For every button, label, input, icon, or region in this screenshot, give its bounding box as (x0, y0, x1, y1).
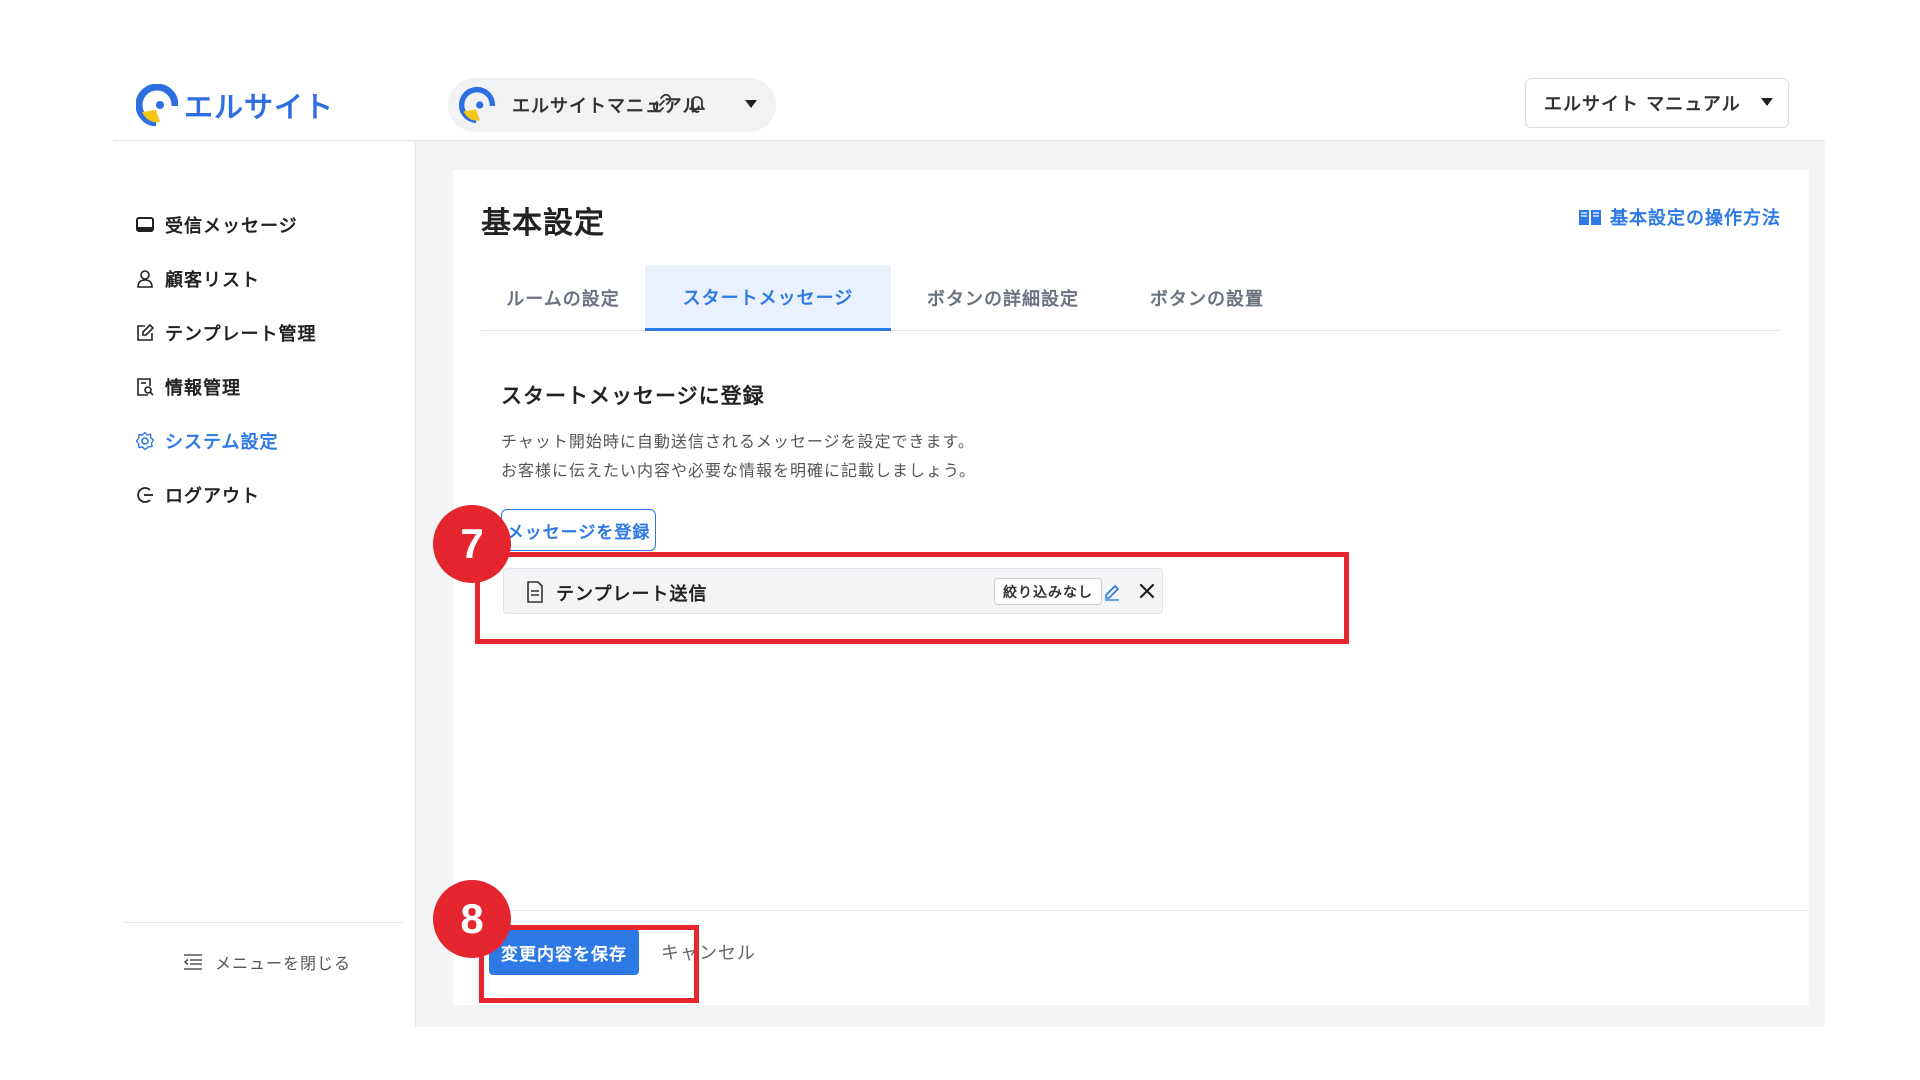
highlight-box-message-item (475, 552, 1349, 644)
tab-label: スタートメッセージ (682, 287, 854, 309)
logout-icon (137, 487, 153, 503)
tab-label: ルームの設定 (506, 289, 620, 310)
top-header: エルサイト エルサイトマニュアル エルサイト マニュアル (113, 72, 1825, 141)
inbox-icon (136, 217, 154, 232)
close-menu-button[interactable]: メニューを閉じる (183, 950, 351, 974)
user-icon (137, 270, 153, 288)
sidebar-item-label: 受信メッセージ (165, 216, 298, 237)
gear-icon (135, 431, 155, 451)
tab-button-placement[interactable]: ボタンの設置 (1115, 265, 1299, 331)
sidebar-item-info-management[interactable]: 情報管理 (135, 372, 241, 402)
document-search-icon (137, 378, 154, 396)
tab-button-details[interactable]: ボタンの詳細設定 (901, 265, 1105, 331)
sidebar-item-customers[interactable]: 顧客リスト (135, 264, 260, 294)
sidebar-item-inbox[interactable]: 受信メッセージ (135, 210, 298, 240)
sidebar: 受信メッセージ 顧客リスト テンプレート管理 情報管理 システム設定 ログアウト… (113, 142, 416, 1027)
page-title: 基本設定 (481, 206, 605, 241)
sidebar-item-label: 顧客リスト (165, 270, 260, 291)
edit-icon (137, 323, 155, 341)
workspace-name: エルサイトマニュアル (512, 96, 702, 117)
tab-label: ボタンの詳細設定 (927, 289, 1079, 310)
workspace-switcher[interactable]: エルサイトマニュアル (448, 78, 776, 132)
bell-icon[interactable] (686, 92, 708, 114)
help-link-label: 基本設定の操作方法 (1610, 208, 1781, 229)
caret-down-icon (745, 100, 757, 108)
section-title: スタートメッセージに登録 (501, 384, 765, 408)
elsite-logo-icon (136, 84, 178, 126)
tab-bar: ルームの設定 スタートメッセージ ボタンの詳細設定 ボタンの設置 (481, 265, 1781, 331)
account-select[interactable]: エルサイト マニュアル (1525, 78, 1789, 128)
register-message-button[interactable]: メッセージを登録 (501, 509, 656, 551)
tab-start-message[interactable]: スタートメッセージ (645, 265, 891, 331)
book-icon (1579, 210, 1601, 225)
tab-label: ボタンの設置 (1150, 289, 1264, 310)
caret-down-icon (1761, 98, 1773, 106)
workspace-logo-icon (458, 86, 496, 124)
highlight-box-save (479, 925, 699, 1003)
app-window: エルサイト エルサイトマニュアル エルサイト マニュアル 受信メッセージ 顧客リ… (113, 72, 1825, 1027)
step-badge-8: 8 (433, 880, 511, 958)
sidebar-item-label: 情報管理 (165, 378, 241, 399)
sidebar-item-label: ログアウト (165, 486, 260, 507)
link-icon[interactable] (651, 92, 673, 114)
brand-name: エルサイト (184, 90, 335, 124)
register-message-label: メッセージを登録 (506, 522, 651, 543)
brand-logo[interactable]: エルサイト (136, 82, 334, 128)
tab-room-settings[interactable]: ルームの設定 (481, 265, 645, 331)
sidebar-item-logout[interactable]: ログアウト (135, 480, 260, 510)
step-badge-7: 7 (433, 505, 511, 583)
help-link[interactable]: 基本設定の操作方法 (1578, 204, 1781, 230)
sidebar-item-label: テンプレート管理 (165, 324, 317, 345)
description-line: チャット開始時に自動送信されるメッセージを設定できます。 (501, 432, 975, 451)
sidebar-item-system-settings[interactable]: システム設定 (135, 426, 278, 456)
menu-collapse-icon (183, 954, 202, 970)
sidebar-item-label: システム設定 (165, 432, 279, 453)
sidebar-item-templates[interactable]: テンプレート管理 (135, 318, 316, 348)
sidebar-divider (123, 922, 403, 923)
account-select-value: エルサイト マニュアル (1544, 94, 1741, 115)
description-line: お客様に伝えたい内容や必要な情報を明確に記載しましょう。 (501, 461, 977, 480)
close-menu-label: メニューを閉じる (215, 954, 352, 973)
